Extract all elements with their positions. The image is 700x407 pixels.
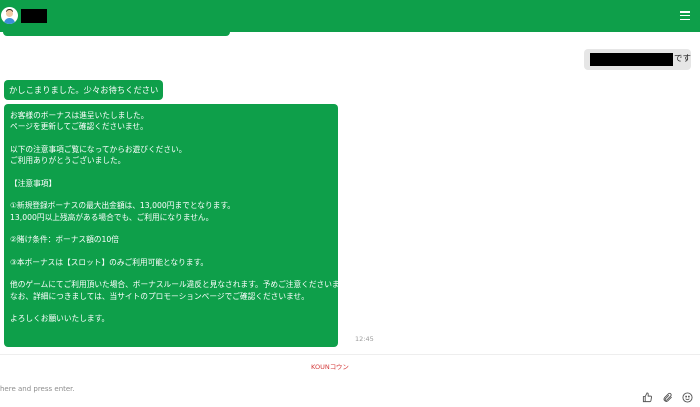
bot-message-line: 他のゲームにてご利用頂いた場合、ボーナスルール違反と見なされます。予めご注意くだ… bbox=[10, 280, 355, 290]
previous-bot-message bbox=[3, 32, 230, 36]
chat-header bbox=[0, 0, 700, 32]
brand-link[interactable]: KOUNコウン bbox=[0, 361, 660, 371]
bot-message-line: ②賭け条件：ボーナス額の10倍 bbox=[10, 235, 119, 245]
bot-message-line: なお、詳細につきましては、当サイトのプロモーションページでご確認くださいませ。 bbox=[10, 291, 309, 301]
bot-message-line: よろしくお願いいたします。 bbox=[10, 314, 110, 324]
bot-message-line bbox=[10, 246, 332, 257]
user-message: です bbox=[584, 49, 691, 70]
user-message-suffix: です bbox=[674, 54, 692, 64]
avatar-icon bbox=[1, 7, 18, 24]
bot-message-line bbox=[10, 166, 332, 177]
bot-message-line bbox=[10, 189, 332, 200]
message-input-bar bbox=[0, 378, 700, 403]
bot-message-long: お客様のボーナスは進呈いたしました。 ページを更新してご確認くださいませ。以下の注… bbox=[4, 104, 355, 347]
divider bbox=[0, 354, 700, 355]
redacted-agent-name bbox=[21, 9, 47, 23]
hamburger-menu-icon[interactable] bbox=[680, 11, 690, 21]
bot-message-line bbox=[10, 223, 332, 234]
thumbs-up-icon[interactable] bbox=[642, 388, 653, 403]
bot-message-line bbox=[10, 268, 332, 279]
message-input[interactable] bbox=[0, 382, 600, 396]
chat-message-list[interactable]: です かしこまりました。少々お待ちください お客様のボーナスは進呈いたしました。… bbox=[0, 32, 700, 354]
bot-message-line bbox=[10, 302, 332, 313]
bot-message-line: お客様のボーナスは進呈いたしました。 bbox=[10, 111, 149, 120]
input-tools bbox=[638, 383, 693, 403]
bot-message-line: ③本ボーナスは【スロット】のみご利用可能となります。 bbox=[10, 257, 209, 267]
bot-message-short: かしこまりました。少々お待ちください bbox=[4, 80, 164, 100]
bot-message-line bbox=[10, 133, 332, 144]
redacted-user-text bbox=[590, 53, 673, 66]
bot-message-line: 以下の注意事項ご覧になってからお遊びください。 bbox=[10, 144, 187, 154]
bot-message-line: 13,000円以上残高がある場合でも、ご利用になりません。 bbox=[10, 212, 214, 222]
bot-message-line: ご利用ありがとうございました。 bbox=[10, 156, 126, 166]
bot-message-line: ページを更新してご確認くださいませ。 bbox=[10, 122, 148, 132]
bot-message-line: 【注意事項】 bbox=[10, 178, 57, 188]
bot-message-line: ①新規登録ボーナスの最大出金額は、13,000円までとなります。 bbox=[10, 201, 235, 211]
attachment-icon[interactable] bbox=[662, 388, 673, 402]
message-timestamp: 12:45 bbox=[355, 335, 374, 343]
emoji-icon[interactable] bbox=[682, 388, 693, 403]
